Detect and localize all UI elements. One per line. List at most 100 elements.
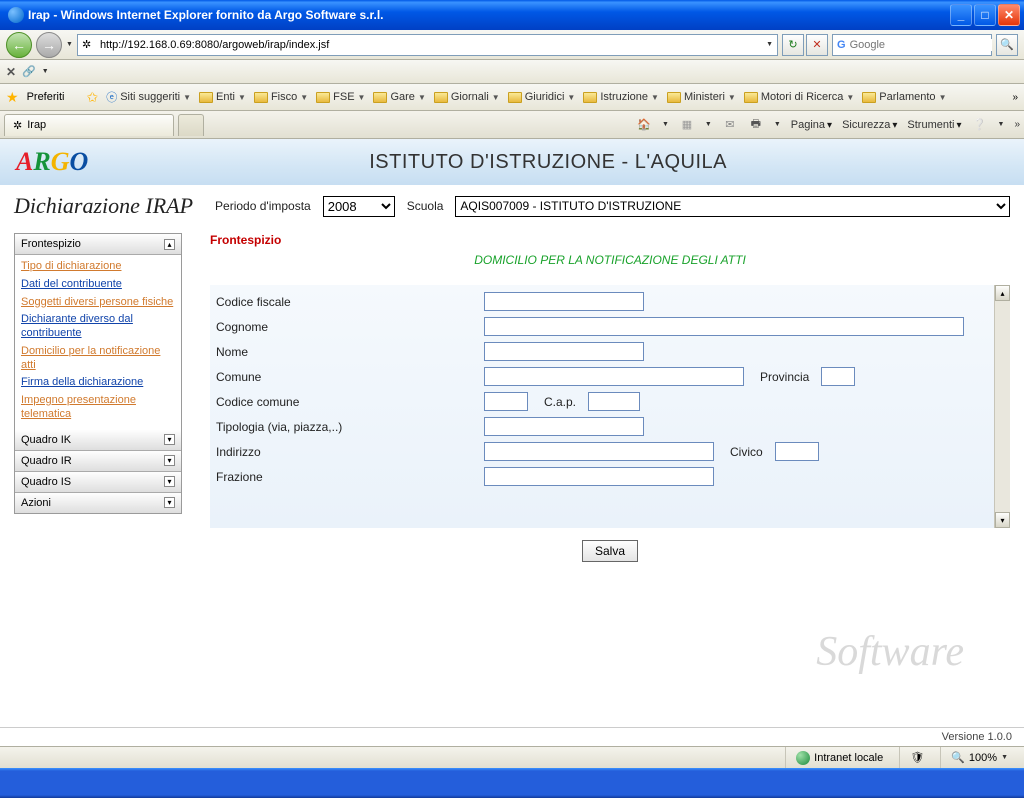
save-button[interactable]: Salva	[582, 540, 638, 562]
favorites-label[interactable]: Preferiti	[27, 91, 65, 103]
status-bar: Intranet locale 🛡 🔍100% ▼	[0, 746, 1024, 768]
favorites-bar: ★ Preferiti ✩ ⓔ Siti suggeriti ▼ Enti▼ Fi…	[0, 84, 1024, 111]
input-codice-fiscale[interactable]	[484, 292, 644, 311]
accordion-frontespizio[interactable]: Frontespizio▴	[15, 234, 181, 255]
favorites-star-icon[interactable]: ★	[6, 89, 19, 106]
folder-icon	[434, 92, 448, 103]
stop-button[interactable]: ✕	[806, 34, 828, 56]
sidebar: Frontespizio▴ Tipo di dichiarazioneDati …	[14, 233, 182, 574]
periodo-label: Periodo d'imposta	[215, 199, 311, 213]
label-codcomune: Codice comune	[216, 395, 476, 409]
tab-irap[interactable]: ✲ Irap	[4, 114, 174, 136]
periodo-select[interactable]: 2008	[323, 196, 395, 217]
folder-icon	[583, 92, 597, 103]
label-comune: Comune	[216, 370, 476, 384]
new-tab-button[interactable]	[178, 114, 204, 136]
mail-icon[interactable]: ✉	[722, 117, 738, 133]
search-box[interactable]: G	[832, 34, 992, 56]
fav-folder-parlamento[interactable]: Parlamento▼	[862, 91, 946, 103]
fav-folder-motori-di-ricerca[interactable]: Motori di Ricerca▼	[744, 91, 854, 103]
forward-button[interactable]: →	[36, 32, 62, 58]
maximize-button[interactable]: □	[974, 4, 996, 26]
page-menu[interactable]: Pagina▾	[791, 119, 832, 131]
label-nome: Nome	[216, 345, 476, 359]
input-indirizzo[interactable]	[484, 442, 714, 461]
input-frazione[interactable]	[484, 467, 714, 486]
security-menu[interactable]: Sicurezza▾	[842, 119, 897, 131]
folder-icon	[744, 92, 758, 103]
label-cognome: Cognome	[216, 320, 476, 334]
fav-folder-giornali[interactable]: Giornali▼	[434, 91, 500, 103]
help-icon[interactable]: ❔	[972, 117, 988, 133]
add-favorite-icon[interactable]: ✩	[86, 89, 98, 106]
close-button[interactable]: ✕	[998, 4, 1020, 26]
security-zone[interactable]: Intranet locale	[785, 747, 893, 768]
minimize-button[interactable]: _	[950, 4, 972, 26]
accordion-quadro-ik[interactable]: Quadro IK▾	[15, 430, 181, 451]
accordion-azioni[interactable]: Azioni▾	[15, 493, 181, 513]
ie-icon	[8, 7, 24, 23]
feeds-icon[interactable]: ▦	[679, 117, 695, 133]
scuola-select[interactable]: AQIS007009 - ISTITUTO D'ISTRUZIONE	[455, 196, 1010, 217]
sidebar-link[interactable]: Dichiarante diverso dal contribuente	[21, 311, 175, 343]
fav-folder-ministeri[interactable]: Ministeri▼	[667, 91, 736, 103]
fav-folder-fse[interactable]: FSE▼	[316, 91, 365, 103]
addon-toolbar: ✕ 🔗 ▼	[0, 60, 1024, 84]
input-cognome[interactable]	[484, 317, 964, 336]
watermark-text: Software	[816, 628, 964, 676]
toolbar-dropdown[interactable]: ▼	[42, 68, 49, 75]
input-nome[interactable]	[484, 342, 644, 361]
section-subtitle: DOMICILIO PER LA NOTIFICAZIONE DEGLI ATT…	[210, 253, 1010, 267]
page-icon: ✲	[82, 38, 96, 52]
version-label: Versione 1.0.0	[942, 728, 1012, 746]
search-input[interactable]	[850, 39, 992, 51]
search-button[interactable]: 🔍	[996, 34, 1018, 56]
folder-icon	[508, 92, 522, 103]
sidebar-link[interactable]: Tipo di dichiarazione	[21, 258, 175, 276]
sidebar-link[interactable]: Dati del contribuente	[21, 276, 175, 294]
toolbar-close[interactable]: ✕	[6, 65, 16, 79]
scroll-up-button[interactable]: ▴	[995, 285, 1010, 301]
page-title: Dichiarazione IRAP	[14, 193, 193, 219]
form-scrollbar[interactable]: ▴ ▾	[994, 285, 1010, 528]
windows-taskbar[interactable]	[0, 768, 1024, 798]
scroll-down-button[interactable]: ▾	[995, 512, 1010, 528]
folder-icon	[862, 92, 876, 103]
protected-mode[interactable]: 🛡	[899, 747, 934, 768]
fav-folder-enti[interactable]: Enti▼	[199, 91, 246, 103]
input-provincia[interactable]	[821, 367, 855, 386]
input-civico[interactable]	[775, 442, 819, 461]
sub-header: Dichiarazione IRAP Periodo d'imposta 200…	[0, 185, 1024, 233]
refresh-button[interactable]: ↻	[782, 34, 804, 56]
sidebar-link[interactable]: Soggetti diversi persone fisiche	[21, 294, 175, 312]
fav-folder-istruzione[interactable]: Istruzione▼	[583, 91, 659, 103]
fav-folder-giuridici[interactable]: Giuridici▼	[508, 91, 576, 103]
section-title: Frontespizio	[210, 233, 1010, 247]
accordion-quadro-ir[interactable]: Quadro IR▾	[15, 451, 181, 472]
favorites-overflow[interactable]: »	[1012, 92, 1018, 103]
accordion-quadro-is[interactable]: Quadro IS▾	[15, 472, 181, 493]
zoom-control[interactable]: 🔍100% ▼	[940, 747, 1018, 768]
input-cap[interactable]	[588, 392, 640, 411]
sidebar-link[interactable]: Domicilio per la notificazione atti	[21, 343, 175, 375]
toolbar-overflow[interactable]: »	[1014, 119, 1020, 130]
sidebar-link[interactable]: Firma della dichiarazione	[21, 374, 175, 392]
url-input[interactable]	[100, 39, 762, 51]
address-dropdown[interactable]: ▼	[766, 41, 773, 48]
print-icon[interactable]: 🖶	[748, 117, 764, 133]
tools-menu[interactable]: Strumenti▾	[907, 119, 961, 131]
input-tipologia[interactable]	[484, 417, 644, 436]
address-bar[interactable]: ✲ ▼	[77, 34, 778, 56]
toolbar-icon[interactable]: 🔗	[22, 65, 36, 78]
home-icon[interactable]: 🏠	[636, 117, 652, 133]
input-codice-comune[interactable]	[484, 392, 528, 411]
back-button[interactable]: ←	[6, 32, 32, 58]
sidebar-link[interactable]: Impegno presentazione telematica	[21, 392, 175, 424]
nav-history-dropdown[interactable]: ▼	[66, 41, 73, 48]
suggested-sites[interactable]: ⓔ Siti suggeriti ▼	[106, 89, 191, 105]
fav-folder-fisco[interactable]: Fisco▼	[254, 91, 308, 103]
fav-folder-gare[interactable]: Gare▼	[373, 91, 425, 103]
input-comune[interactable]	[484, 367, 744, 386]
tab-bar: ✲ Irap 🏠▼ ▦▼ ✉ 🖶▼ Pagina▾ Sicurezza▾ Str…	[0, 111, 1024, 139]
folder-icon	[316, 92, 330, 103]
